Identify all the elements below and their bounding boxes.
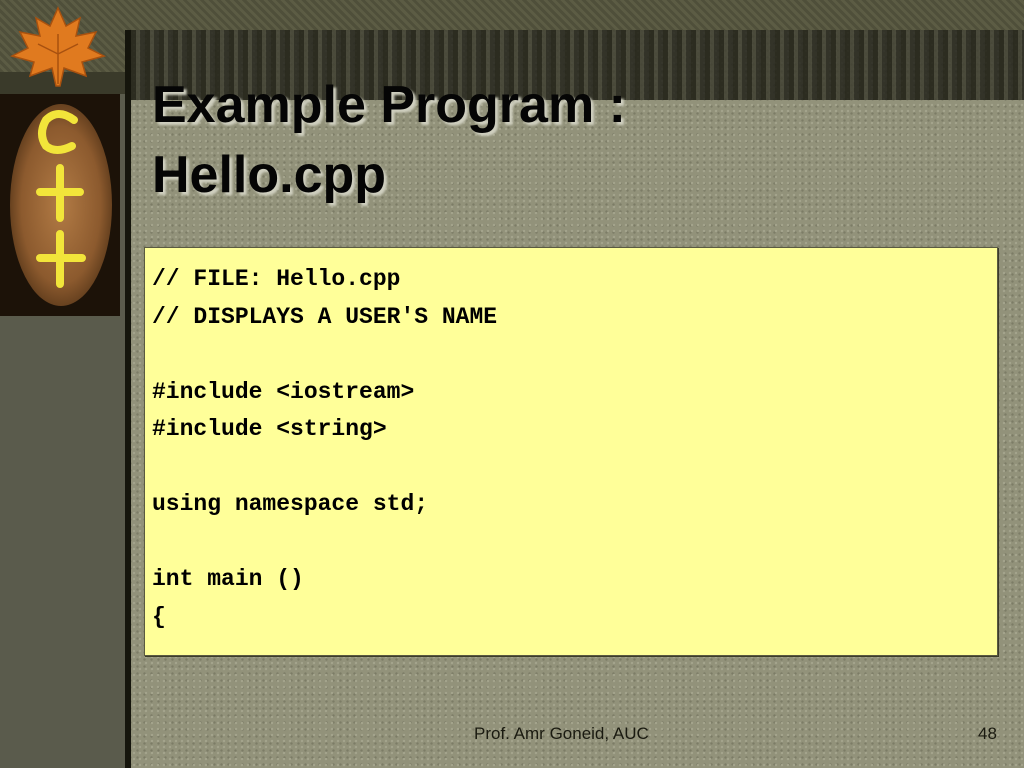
code-line: #include <iostream>: [152, 379, 415, 405]
cpp-logo-icon: [0, 94, 120, 316]
page-number: 48: [978, 724, 997, 743]
cpp-logo-glyphs: [36, 110, 86, 288]
code-line: #include <string>: [152, 416, 387, 442]
slide-title-line-1: Example Program :: [152, 76, 626, 134]
code-line: using namespace std;: [152, 491, 429, 517]
code-block: // FILE: Hello.cpp // DISPLAYS A USER'S …: [144, 247, 998, 656]
code-line: {: [152, 604, 166, 630]
slide-title: Example Program : Hello.cpp: [152, 70, 992, 210]
maple-leaf-icon: [9, 6, 107, 87]
slide-footer: Prof. Amr Goneid, AUC: [474, 724, 649, 743]
code-line: // DISPLAYS A USER'S NAME: [152, 304, 498, 330]
slide-title-line-2: Hello.cpp: [152, 146, 387, 204]
code-line: int main (): [152, 566, 304, 592]
code-line: // FILE: Hello.cpp: [152, 266, 401, 292]
